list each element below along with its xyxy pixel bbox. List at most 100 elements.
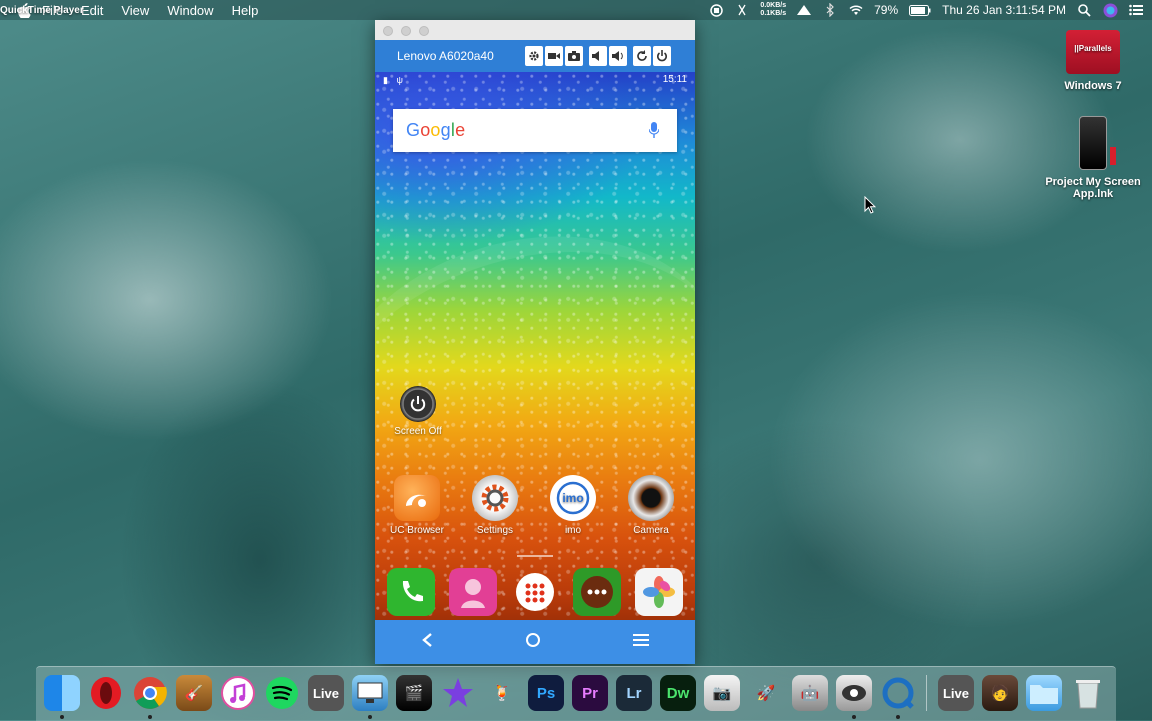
desktop-icon-label: Project My Screen App.lnk bbox=[1045, 176, 1141, 200]
spotify-icon[interactable] bbox=[264, 675, 300, 711]
recent-file-icon[interactable]: 🧑 bbox=[982, 675, 1018, 711]
app-imo[interactable]: imo imo bbox=[538, 475, 608, 536]
app-settings[interactable]: Settings bbox=[460, 475, 530, 536]
camera-icon bbox=[568, 51, 580, 61]
svg-text:imo: imo bbox=[562, 491, 583, 505]
dreamweaver-icon[interactable]: Dw bbox=[660, 675, 696, 711]
screen-off-label: Screen Off bbox=[394, 426, 442, 437]
gallery-icon[interactable] bbox=[635, 568, 683, 616]
screen-off-power-icon bbox=[400, 386, 436, 422]
volume-down-button[interactable] bbox=[589, 46, 607, 66]
dock: 🎸 Live 🎬 🍹 Ps Pr Lr Dw 📷 🚀 🤖 Live 🧑 bbox=[36, 666, 1116, 721]
menu-window[interactable]: Window bbox=[167, 3, 213, 18]
net-down: 0.1KB/s bbox=[760, 10, 787, 17]
clock[interactable]: Thu 26 Jan 3:11:54 PM bbox=[942, 3, 1066, 17]
app-camera[interactable]: Camera bbox=[616, 475, 686, 536]
window-title-bar[interactable] bbox=[375, 20, 695, 40]
menu-edit[interactable]: Edit bbox=[81, 3, 103, 18]
ableton-live-doc-icon[interactable]: Live bbox=[938, 675, 974, 711]
desktop-icon-windows-7[interactable]: ||Parallels Windows 7 bbox=[1052, 30, 1134, 92]
pr-label: Pr bbox=[582, 684, 598, 702]
desktop-icon-project-my-screen[interactable]: Project My Screen App.lnk bbox=[1040, 116, 1146, 200]
menu-app-name[interactable]: QuickTime Player bbox=[0, 5, 84, 16]
power-icon bbox=[657, 50, 667, 62]
microphone-icon[interactable] bbox=[648, 122, 660, 143]
bluetooth-icon[interactable] bbox=[822, 2, 838, 18]
phone-screen[interactable]: ▮ ψ 15:11 Google Screen Off UC Browser S… bbox=[375, 72, 695, 640]
parallels-badge: ||Parallels bbox=[1074, 44, 1112, 53]
image-capture-icon[interactable]: 📷 bbox=[704, 675, 740, 711]
garageband-icon[interactable]: 🎸 bbox=[176, 675, 212, 711]
screen-recorder-icon[interactable] bbox=[836, 675, 872, 719]
photoshop-icon[interactable]: Ps bbox=[528, 675, 564, 711]
record-icon[interactable] bbox=[708, 2, 724, 18]
rotate-icon bbox=[637, 50, 647, 61]
close-button[interactable] bbox=[383, 26, 393, 36]
rocket-app-icon[interactable]: 🚀 bbox=[748, 675, 784, 711]
network-speed[interactable]: 0.0KB/s 0.1KB/s bbox=[760, 2, 786, 18]
cocktail-icon[interactable]: 🍹 bbox=[484, 675, 520, 711]
power-button[interactable] bbox=[653, 46, 671, 66]
back-icon[interactable] bbox=[421, 632, 433, 652]
siri-icon[interactable] bbox=[1102, 2, 1118, 18]
imo-icon: imo bbox=[550, 475, 596, 521]
app-label: Settings bbox=[476, 525, 514, 536]
page-indicator bbox=[517, 555, 553, 557]
volume-up-button[interactable] bbox=[609, 46, 627, 66]
screen-off-widget[interactable]: Screen Off bbox=[387, 386, 449, 437]
menu-icon[interactable] bbox=[633, 633, 649, 652]
battery-icon[interactable] bbox=[908, 2, 932, 18]
screenshot-button[interactable] bbox=[565, 46, 583, 66]
battery-percentage[interactable]: 79% bbox=[874, 3, 898, 17]
premiere-icon[interactable]: Pr bbox=[572, 675, 608, 711]
contacts-icon[interactable] bbox=[449, 568, 497, 616]
phone-status-bar: ▮ ψ 15:11 bbox=[375, 72, 695, 88]
dw-label: Dw bbox=[666, 684, 690, 702]
lr-label: Lr bbox=[626, 684, 642, 702]
app-uc-browser[interactable]: UC Browser bbox=[382, 475, 452, 536]
ableton-live-icon[interactable]: Live bbox=[308, 675, 344, 711]
parallels-vm-icon: ||Parallels bbox=[1066, 30, 1120, 74]
android-nav-bar bbox=[375, 620, 695, 664]
record-video-button[interactable] bbox=[545, 46, 563, 66]
lightroom-icon[interactable]: Lr bbox=[616, 675, 652, 711]
volume-up-icon bbox=[612, 51, 623, 61]
zoom-button[interactable] bbox=[419, 26, 429, 36]
final-cut-icon[interactable]: 🎬 bbox=[396, 675, 432, 711]
mouse-pointer-icon bbox=[864, 195, 877, 219]
rotate-button[interactable] bbox=[633, 46, 651, 66]
camera-app-icon bbox=[628, 475, 674, 521]
phone-dialer-icon[interactable] bbox=[387, 568, 435, 616]
spotlight-search-icon[interactable] bbox=[1076, 2, 1092, 18]
home-icon[interactable] bbox=[525, 632, 541, 653]
itunes-icon[interactable] bbox=[220, 675, 256, 711]
imovie-icon[interactable] bbox=[440, 675, 476, 711]
airdrop-icon[interactable] bbox=[796, 2, 812, 18]
app-label: Camera bbox=[633, 525, 669, 536]
chrome-icon[interactable] bbox=[132, 675, 168, 719]
video-camera-icon bbox=[548, 53, 560, 59]
minimize-button[interactable] bbox=[401, 26, 411, 36]
quicktime-icon[interactable] bbox=[880, 675, 916, 719]
menu-help[interactable]: Help bbox=[232, 3, 259, 18]
notification-icons: ▮ ψ bbox=[383, 75, 406, 85]
google-logo: Google bbox=[406, 120, 466, 140]
trash-icon[interactable] bbox=[1070, 675, 1106, 711]
device-controls bbox=[525, 46, 671, 66]
phone-device-icon bbox=[1079, 116, 1116, 170]
opera-icon[interactable] bbox=[88, 675, 124, 711]
automator-icon[interactable]: 🤖 bbox=[792, 675, 828, 711]
settings-button[interactable] bbox=[525, 46, 543, 66]
app-drawer-icon[interactable] bbox=[511, 568, 559, 616]
wifi-icon[interactable] bbox=[848, 2, 864, 18]
uc-browser-icon bbox=[394, 475, 440, 521]
scissors-icon[interactable] bbox=[734, 2, 750, 18]
google-search-bar[interactable]: Google bbox=[393, 109, 677, 152]
messages-icon[interactable] bbox=[573, 568, 621, 616]
finder-icon[interactable] bbox=[44, 675, 80, 719]
status-menus: 0.0KB/s 0.1KB/s 79% Thu 26 Jan 3:11:54 P… bbox=[708, 0, 1144, 20]
screen-sharing-icon[interactable] bbox=[352, 675, 388, 719]
menu-view[interactable]: View bbox=[121, 3, 149, 18]
downloads-folder-icon[interactable] bbox=[1026, 675, 1062, 711]
notification-center-icon[interactable] bbox=[1128, 2, 1144, 18]
